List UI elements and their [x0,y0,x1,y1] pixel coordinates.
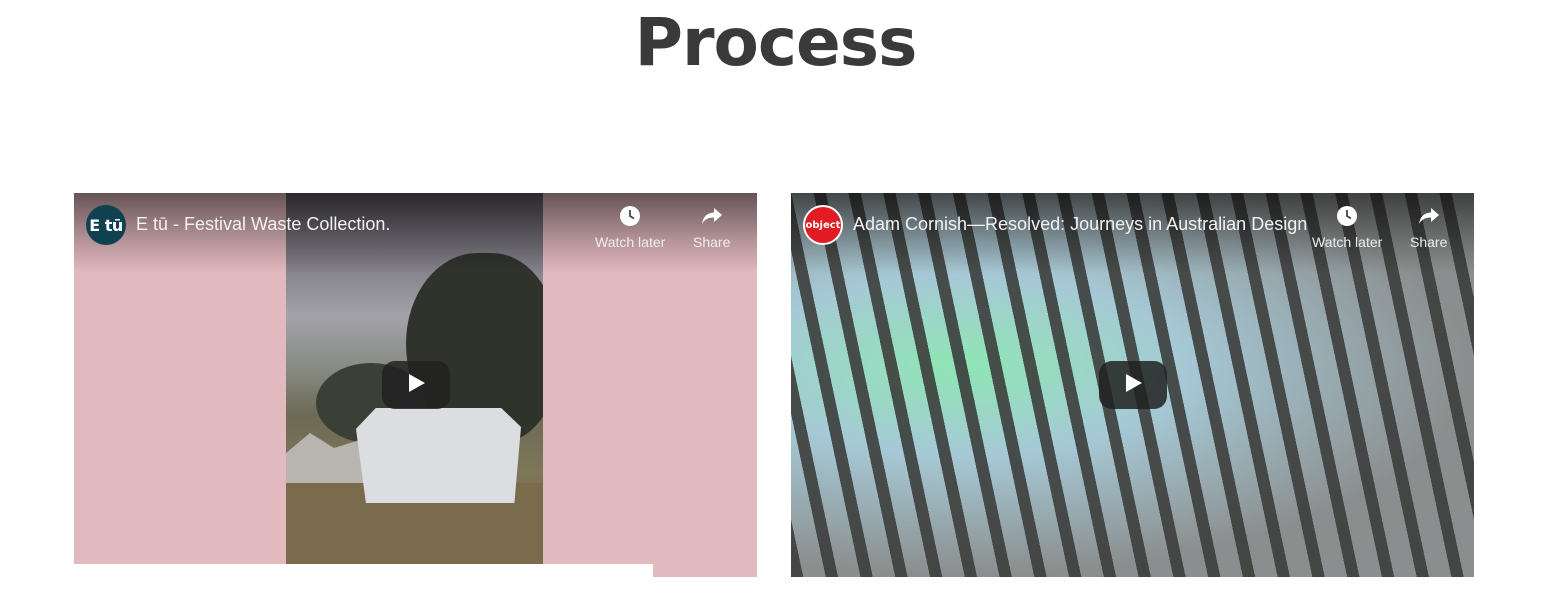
channel-avatar[interactable]: E tū [86,205,126,245]
page-title: Process [634,4,918,81]
share-arrow-icon [701,205,723,227]
play-button[interactable] [382,361,450,409]
watch-later-label: Watch later [595,234,666,250]
video-embed-festival-waste[interactable]: E tū E tū - Festival Waste Collection. W… [74,193,757,577]
clock-icon [1336,205,1358,227]
video-embed-adam-cornish[interactable]: object Adam Cornish—Resolved: Journeys i… [791,193,1474,577]
share-button[interactable]: Share [693,205,730,250]
share-arrow-icon [1418,205,1440,227]
share-label: Share [693,234,731,250]
play-icon [406,373,426,398]
play-button[interactable] [1099,361,1167,409]
watch-later-button[interactable]: Watch later [595,205,665,250]
clock-icon [619,205,641,227]
video-title-link[interactable]: E tū - Festival Waste Collection. [136,214,390,235]
thumbnail-edge-strip [74,564,653,577]
watch-later-button[interactable]: Watch later [1312,205,1382,250]
share-button[interactable]: Share [1410,205,1447,250]
video-title-link[interactable]: Adam Cornish—Resolved: Journeys in Austr… [853,214,1307,235]
play-icon [1123,373,1143,398]
channel-avatar[interactable]: object [803,205,843,245]
share-label: Share [1410,234,1448,250]
watch-later-label: Watch later [1312,234,1383,250]
